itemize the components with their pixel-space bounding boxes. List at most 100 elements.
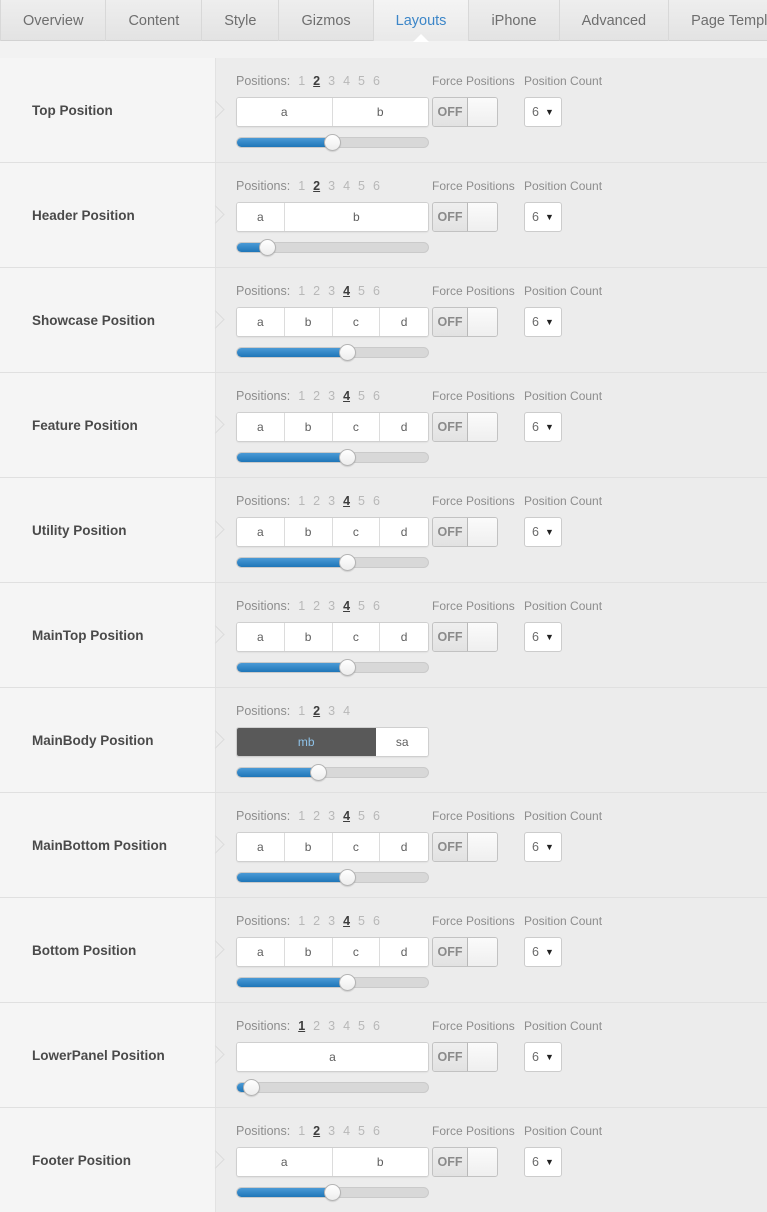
- slider-knob[interactable]: [323, 133, 341, 151]
- force-positions-toggle[interactable]: OFF: [432, 622, 498, 652]
- position-number-2[interactable]: 2: [313, 389, 320, 403]
- segment-c[interactable]: c: [332, 413, 381, 441]
- width-slider[interactable]: [236, 868, 429, 886]
- width-slider[interactable]: [236, 1078, 429, 1096]
- position-count-select[interactable]: 6 ▼: [524, 517, 562, 547]
- tab-layouts[interactable]: Layouts: [373, 0, 470, 41]
- position-number-6[interactable]: 6: [373, 914, 380, 928]
- position-number-1[interactable]: 1: [298, 179, 305, 193]
- segment-bar[interactable]: ab: [236, 1147, 429, 1177]
- tab-content[interactable]: Content: [106, 0, 203, 41]
- position-number-5[interactable]: 5: [358, 179, 365, 193]
- segment-c[interactable]: c: [332, 623, 381, 651]
- position-number-1[interactable]: 1: [298, 1019, 305, 1033]
- position-number-1[interactable]: 1: [298, 284, 305, 298]
- segment-d[interactable]: d: [380, 833, 428, 861]
- tab-overview[interactable]: Overview: [0, 0, 107, 41]
- segment-a[interactable]: a: [237, 1043, 428, 1071]
- segment-a[interactable]: a: [237, 518, 285, 546]
- segment-b[interactable]: b: [284, 833, 333, 861]
- segment-bar[interactable]: abcd: [236, 517, 429, 547]
- segment-b[interactable]: b: [284, 308, 333, 336]
- width-slider[interactable]: [236, 763, 429, 781]
- segment-b[interactable]: b: [284, 413, 333, 441]
- position-number-6[interactable]: 6: [373, 1124, 380, 1138]
- segment-a[interactable]: a: [237, 413, 285, 441]
- width-slider[interactable]: [236, 1183, 429, 1201]
- segment-a[interactable]: a: [237, 98, 333, 126]
- position-number-5[interactable]: 5: [358, 1124, 365, 1138]
- force-positions-toggle-knob[interactable]: [467, 1148, 497, 1176]
- force-positions-toggle[interactable]: OFF: [432, 1147, 498, 1177]
- position-number-5[interactable]: 5: [358, 494, 365, 508]
- force-positions-toggle[interactable]: OFF: [432, 517, 498, 547]
- slider-knob[interactable]: [338, 658, 356, 676]
- position-number-2[interactable]: 2: [313, 809, 320, 823]
- slider-knob[interactable]: [338, 343, 356, 361]
- position-number-1[interactable]: 1: [298, 389, 305, 403]
- slider-knob[interactable]: [338, 868, 356, 886]
- force-positions-toggle[interactable]: OFF: [432, 937, 498, 967]
- force-positions-toggle[interactable]: OFF: [432, 832, 498, 862]
- position-number-6[interactable]: 6: [373, 599, 380, 613]
- position-count-select[interactable]: 6 ▼: [524, 97, 562, 127]
- segment-c[interactable]: c: [332, 308, 381, 336]
- width-slider[interactable]: [236, 658, 429, 676]
- tab-style[interactable]: Style: [202, 0, 280, 41]
- position-number-4[interactable]: 4: [343, 494, 350, 508]
- force-positions-toggle-knob[interactable]: [467, 203, 497, 231]
- position-number-2[interactable]: 2: [313, 1124, 320, 1138]
- slider-knob[interactable]: [338, 553, 356, 571]
- position-number-6[interactable]: 6: [373, 179, 380, 193]
- position-number-2[interactable]: 2: [313, 1019, 320, 1033]
- position-number-4[interactable]: 4: [343, 809, 350, 823]
- position-number-1[interactable]: 1: [298, 74, 305, 88]
- segment-bar[interactable]: abcd: [236, 937, 429, 967]
- slider-knob[interactable]: [338, 973, 356, 991]
- position-number-5[interactable]: 5: [358, 599, 365, 613]
- width-slider[interactable]: [236, 133, 429, 151]
- position-number-2[interactable]: 2: [313, 179, 320, 193]
- position-number-4[interactable]: 4: [343, 389, 350, 403]
- force-positions-toggle-knob[interactable]: [467, 833, 497, 861]
- slider-knob[interactable]: [258, 238, 276, 256]
- tab-advanced[interactable]: Advanced: [560, 0, 670, 41]
- segment-d[interactable]: d: [380, 623, 428, 651]
- segment-b[interactable]: b: [284, 203, 428, 231]
- position-number-3[interactable]: 3: [328, 494, 335, 508]
- force-positions-toggle[interactable]: OFF: [432, 1042, 498, 1072]
- force-positions-toggle-knob[interactable]: [467, 1043, 497, 1071]
- segment-a[interactable]: a: [237, 623, 285, 651]
- segment-b[interactable]: b: [332, 98, 428, 126]
- position-number-1[interactable]: 1: [298, 599, 305, 613]
- position-number-3[interactable]: 3: [328, 809, 335, 823]
- force-positions-toggle[interactable]: OFF: [432, 307, 498, 337]
- position-number-1[interactable]: 1: [298, 704, 305, 718]
- segment-b[interactable]: b: [284, 938, 333, 966]
- position-count-select[interactable]: 6 ▼: [524, 1042, 562, 1072]
- position-number-2[interactable]: 2: [313, 599, 320, 613]
- slider-knob[interactable]: [243, 1078, 261, 1096]
- position-number-1[interactable]: 1: [298, 914, 305, 928]
- position-number-3[interactable]: 3: [328, 914, 335, 928]
- position-number-1[interactable]: 1: [298, 494, 305, 508]
- position-number-3[interactable]: 3: [328, 389, 335, 403]
- position-number-2[interactable]: 2: [313, 914, 320, 928]
- position-count-select[interactable]: 6 ▼: [524, 622, 562, 652]
- segment-bar[interactable]: ab: [236, 202, 429, 232]
- position-number-3[interactable]: 3: [328, 599, 335, 613]
- tab-page-templates[interactable]: Page Templates: [669, 0, 767, 41]
- force-positions-toggle[interactable]: OFF: [432, 97, 498, 127]
- slider-knob[interactable]: [338, 448, 356, 466]
- width-slider[interactable]: [236, 343, 429, 361]
- segment-bar[interactable]: abcd: [236, 832, 429, 862]
- position-number-2[interactable]: 2: [313, 284, 320, 298]
- width-slider[interactable]: [236, 238, 429, 256]
- position-number-5[interactable]: 5: [358, 389, 365, 403]
- position-number-2[interactable]: 2: [313, 74, 320, 88]
- force-positions-toggle-knob[interactable]: [467, 518, 497, 546]
- position-number-6[interactable]: 6: [373, 389, 380, 403]
- position-number-4[interactable]: 4: [343, 74, 350, 88]
- tab-gizmos[interactable]: Gizmos: [279, 0, 374, 41]
- segment-c[interactable]: c: [332, 518, 381, 546]
